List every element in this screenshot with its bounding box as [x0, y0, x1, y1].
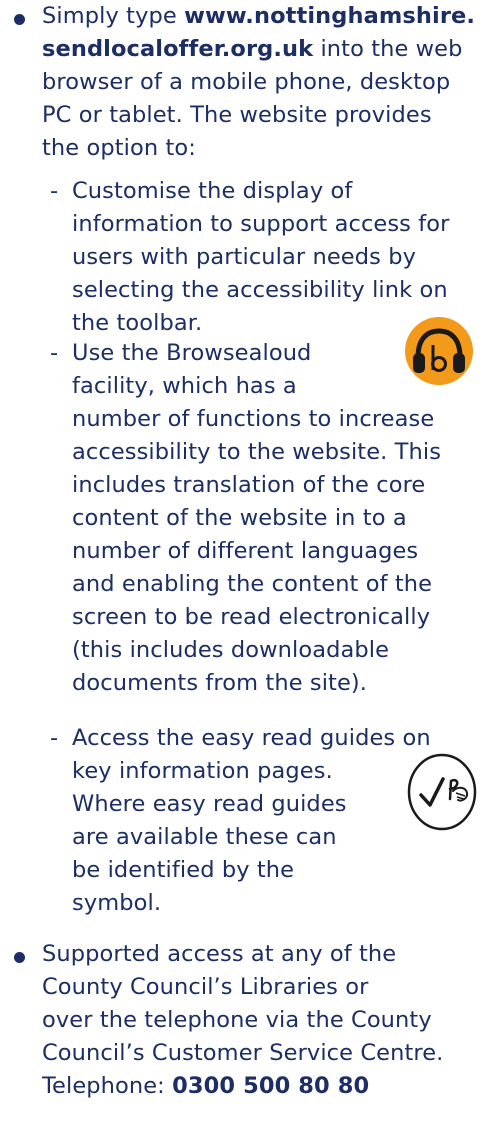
item-2-text: Supported access at any of the County Co… [42, 938, 443, 1103]
item-1-line-1: Simply type www.nottinghamshire. [42, 0, 475, 33]
sub-3-line: key information pages. [72, 758, 333, 784]
bullet-1 [14, 14, 25, 25]
item-2-line: over the telephone via the County [42, 1007, 432, 1033]
sub-2-line: facility, which has a [72, 373, 297, 399]
sub-2-line: screen to be read electronically [72, 604, 431, 630]
sub-3-dash: - [50, 725, 59, 751]
sub-2-text: Use the Browsealoud facility, which has … [72, 337, 441, 700]
sub-2-line: and enabling the content of the [72, 571, 433, 597]
browsealoud-headphones-icon [405, 317, 473, 385]
sub-1-line: Customise the display of [72, 178, 353, 204]
telephone-number[interactable]: 0300 500 80 80 [172, 1073, 369, 1099]
sub-3-line: Access the easy read guides on [72, 725, 431, 751]
sub-2-line: documents from the site). [72, 670, 368, 696]
item-2-line: County Council’s Libraries or [42, 974, 369, 1000]
sub-3-text: Access the easy read guides on key infor… [72, 722, 431, 920]
website-url-part-1[interactable]: www.nottinghamshire. [184, 3, 475, 29]
sub-2-line: includes translation of the core [72, 472, 426, 498]
sub-1-line: users with particular needs by [72, 244, 417, 270]
easy-read-symbol-icon [406, 752, 478, 832]
item-2-line: Supported access at any of the [42, 941, 397, 967]
bullet-2 [14, 952, 25, 963]
item-1-line-2: sendlocaloffer.org.uk into the web [42, 33, 475, 66]
item-1-line-1-text: Simply type [42, 3, 185, 29]
sub-2-line: content of the website in to a [72, 505, 407, 531]
sub-1-text: Customise the display of information to … [72, 175, 450, 340]
telephone-line: Telephone: 0300 500 80 80 [42, 1070, 443, 1103]
sub-1-line: the toolbar. [72, 310, 203, 336]
browsealoud-headphones-icon-svg [413, 328, 465, 373]
sub-2-dash: - [50, 340, 59, 366]
sub-2-line: (this includes downloadable [72, 637, 390, 663]
sub-1-line: information to support access for [72, 211, 450, 237]
easy-read-symbol-icon-svg [407, 753, 477, 831]
sub-2-line: number of different languages [72, 538, 419, 564]
sub-3-line: be identified by the [72, 857, 295, 883]
sub-2-line: accessibility to the website. This [72, 439, 442, 465]
item-1-line-4: PC or tablet. The website provides [42, 102, 432, 128]
sub-1-dash: - [50, 178, 59, 204]
sub-3-line: symbol. [72, 890, 162, 916]
item-1-line-3: browser of a mobile phone, desktop [42, 69, 451, 95]
telephone-label: Telephone: [42, 1073, 173, 1099]
sub-1-line: selecting the accessibility link on [72, 277, 448, 303]
sub-2-line: Use the Browsealoud [72, 340, 312, 366]
item-1-line-2-text: into the web [313, 36, 463, 62]
sub-3-line: Where easy read guides [72, 791, 347, 817]
item-1-text: Simply type www.nottinghamshire. sendloc… [42, 0, 475, 165]
item-1-line-5: the option to: [42, 135, 196, 161]
sub-2-line: number of functions to increase [72, 406, 435, 432]
page: Simply type www.nottinghamshire. sendloc… [0, 0, 484, 1125]
website-url-part-2[interactable]: sendlocaloffer.org.uk [42, 36, 313, 62]
sub-3-line: are available these can [72, 824, 337, 850]
item-2-line: Council’s Customer Service Centre. [42, 1040, 444, 1066]
